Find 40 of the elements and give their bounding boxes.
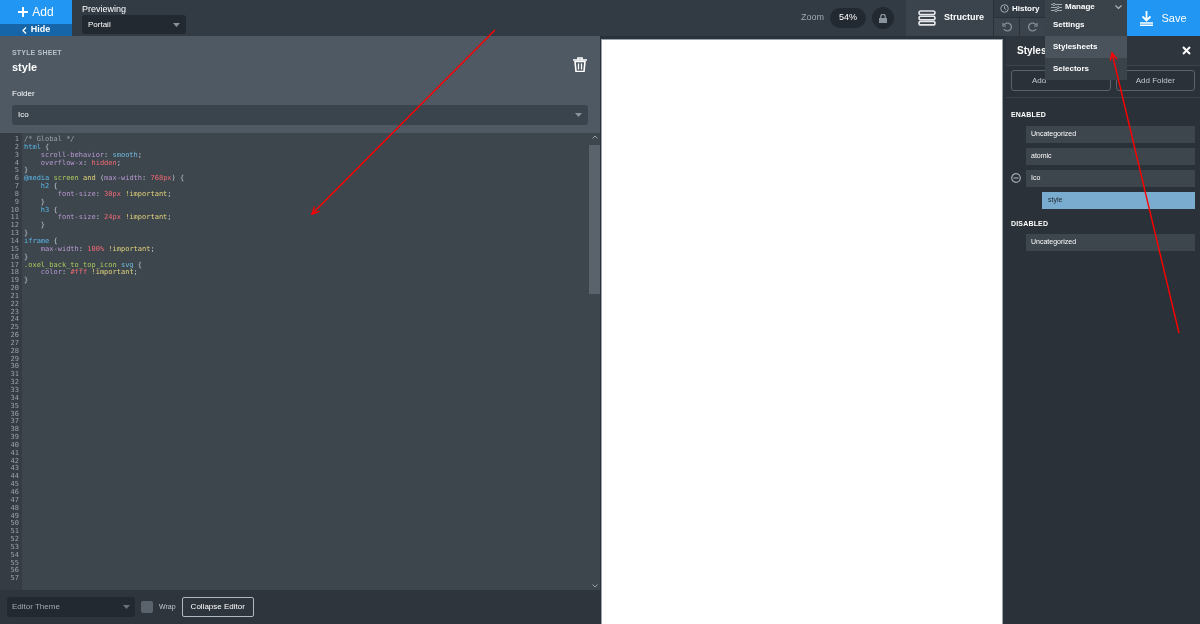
close-icon [1182, 46, 1191, 55]
plus-icon [18, 7, 29, 17]
manage-button[interactable]: Manage [1045, 0, 1127, 14]
undo-button[interactable] [994, 18, 1020, 36]
editor-theme-dropdown[interactable]: Editor Theme [7, 597, 135, 617]
trash-icon [573, 57, 587, 72]
add-folder-button[interactable]: Add Folder [1115, 70, 1195, 91]
structure-button[interactable]: Structure [906, 0, 993, 36]
zoom-value[interactable]: 54% [830, 8, 866, 28]
redo-icon [1027, 22, 1038, 32]
undo-icon [1001, 22, 1012, 32]
collapse-icon[interactable] [1011, 173, 1021, 183]
caret-icon [575, 113, 582, 117]
scroll-down-icon [591, 584, 598, 588]
chevron-left-icon [21, 26, 27, 34]
stylesheet-name: style [12, 59, 39, 75]
folder-label: Folder [12, 88, 36, 100]
zoom-label: Zoom [800, 11, 824, 25]
collapse-editor-button[interactable]: Collapse Editor [181, 597, 254, 617]
scrollbar[interactable] [589, 133, 600, 590]
panel-title: Styles [1017, 44, 1047, 58]
sliders-icon [1051, 2, 1062, 12]
scrollbar-thumb[interactable] [589, 145, 600, 294]
preview-dropdown[interactable]: Portail [82, 15, 186, 34]
close-button[interactable] [1182, 46, 1191, 55]
wrap-checkbox[interactable] [141, 601, 153, 613]
previewing-label: Previewing [82, 4, 128, 14]
scroll-up-icon [591, 135, 598, 139]
delete-button[interactable] [573, 57, 587, 72]
structure-icon [918, 10, 936, 26]
clock-icon [1000, 4, 1009, 13]
lock-icon [879, 13, 887, 23]
menu-item[interactable]: Stylesheets [1045, 36, 1127, 58]
folder-dropdown[interactable]: Ico [12, 105, 588, 125]
caret-icon [123, 605, 130, 609]
redo-button[interactable] [1019, 18, 1045, 36]
download-icon [1140, 10, 1154, 26]
lock-button[interactable] [872, 7, 894, 29]
hide-button[interactable]: Hide [0, 24, 72, 36]
caret-icon [173, 22, 180, 27]
